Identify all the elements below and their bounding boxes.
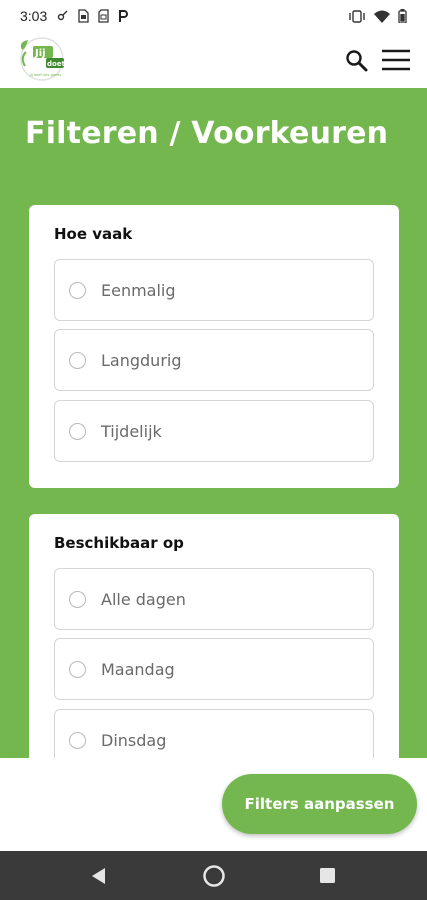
bottom-action-bar: Filters aanpassen (0, 758, 427, 851)
option-label: Dinsdag (101, 730, 167, 750)
section-card-availability: Beschikbaar op Alle dagen Maandag Dinsda… (29, 514, 399, 758)
status-right-icons (348, 9, 407, 23)
radio-icon[interactable] (69, 422, 86, 440)
wifi-icon (374, 10, 390, 23)
option-dinsdag[interactable]: Dinsdag (54, 709, 374, 758)
vibrate-icon (349, 9, 365, 23)
option-maandag[interactable]: Maandag (54, 638, 374, 700)
option-langdurig[interactable]: Langdurig (54, 329, 374, 391)
radio-icon[interactable] (69, 281, 86, 299)
svg-text:doet: doet (47, 60, 66, 68)
section-title-availability: Beschikbaar op (54, 534, 184, 552)
option-label: Maandag (101, 659, 175, 679)
section-title-frequency: Hoe vaak (54, 225, 133, 243)
app-bar: Jij doet jij doet iets goeds (0, 32, 427, 88)
radio-icon[interactable] (69, 351, 86, 369)
radio-icon[interactable] (69, 590, 86, 608)
apply-filters-button[interactable]: Filters aanpassen (222, 774, 417, 834)
section-card-frequency: Hoe vaak Eenmalig Langdurig Tijdelijk (29, 205, 399, 488)
sd-card-icon (98, 9, 109, 23)
system-nav-bar (0, 851, 427, 900)
status-left-icons (57, 9, 129, 23)
radio-icon[interactable] (69, 660, 86, 678)
page-title: Filteren / Voorkeuren (25, 116, 389, 151)
option-alle-dagen[interactable]: Alle dagen (54, 568, 374, 630)
option-tijdelijk[interactable]: Tijdelijk (54, 400, 374, 462)
status-bar: 3:03 (0, 0, 427, 32)
option-label: Eenmalig (101, 280, 176, 300)
parking-icon (119, 9, 129, 22)
svg-text:jij doet iets goeds: jij doet iets goeds (29, 73, 61, 77)
battery-icon (398, 9, 407, 23)
option-label: Langdurig (101, 350, 182, 370)
status-time: 3:03 (20, 8, 48, 24)
search-icon[interactable] (344, 48, 370, 74)
svg-text:Jij: Jij (34, 48, 46, 59)
radio-icon[interactable] (69, 731, 86, 749)
option-eenmalig[interactable]: Eenmalig (54, 259, 374, 321)
sim-card-icon (78, 9, 89, 23)
filter-content: Filteren / Voorkeuren Hoe vaak Eenmalig … (0, 88, 427, 758)
option-label: Alle dagen (101, 589, 186, 609)
back-icon[interactable] (89, 866, 107, 886)
recents-icon[interactable] (319, 867, 336, 884)
option-label: Tijdelijk (101, 421, 162, 441)
jijdoet-logo[interactable]: Jij doet jij doet iets goeds (16, 36, 70, 82)
menu-icon[interactable] (381, 48, 411, 72)
home-icon[interactable] (202, 864, 226, 888)
vpn-key-icon (58, 10, 68, 21)
